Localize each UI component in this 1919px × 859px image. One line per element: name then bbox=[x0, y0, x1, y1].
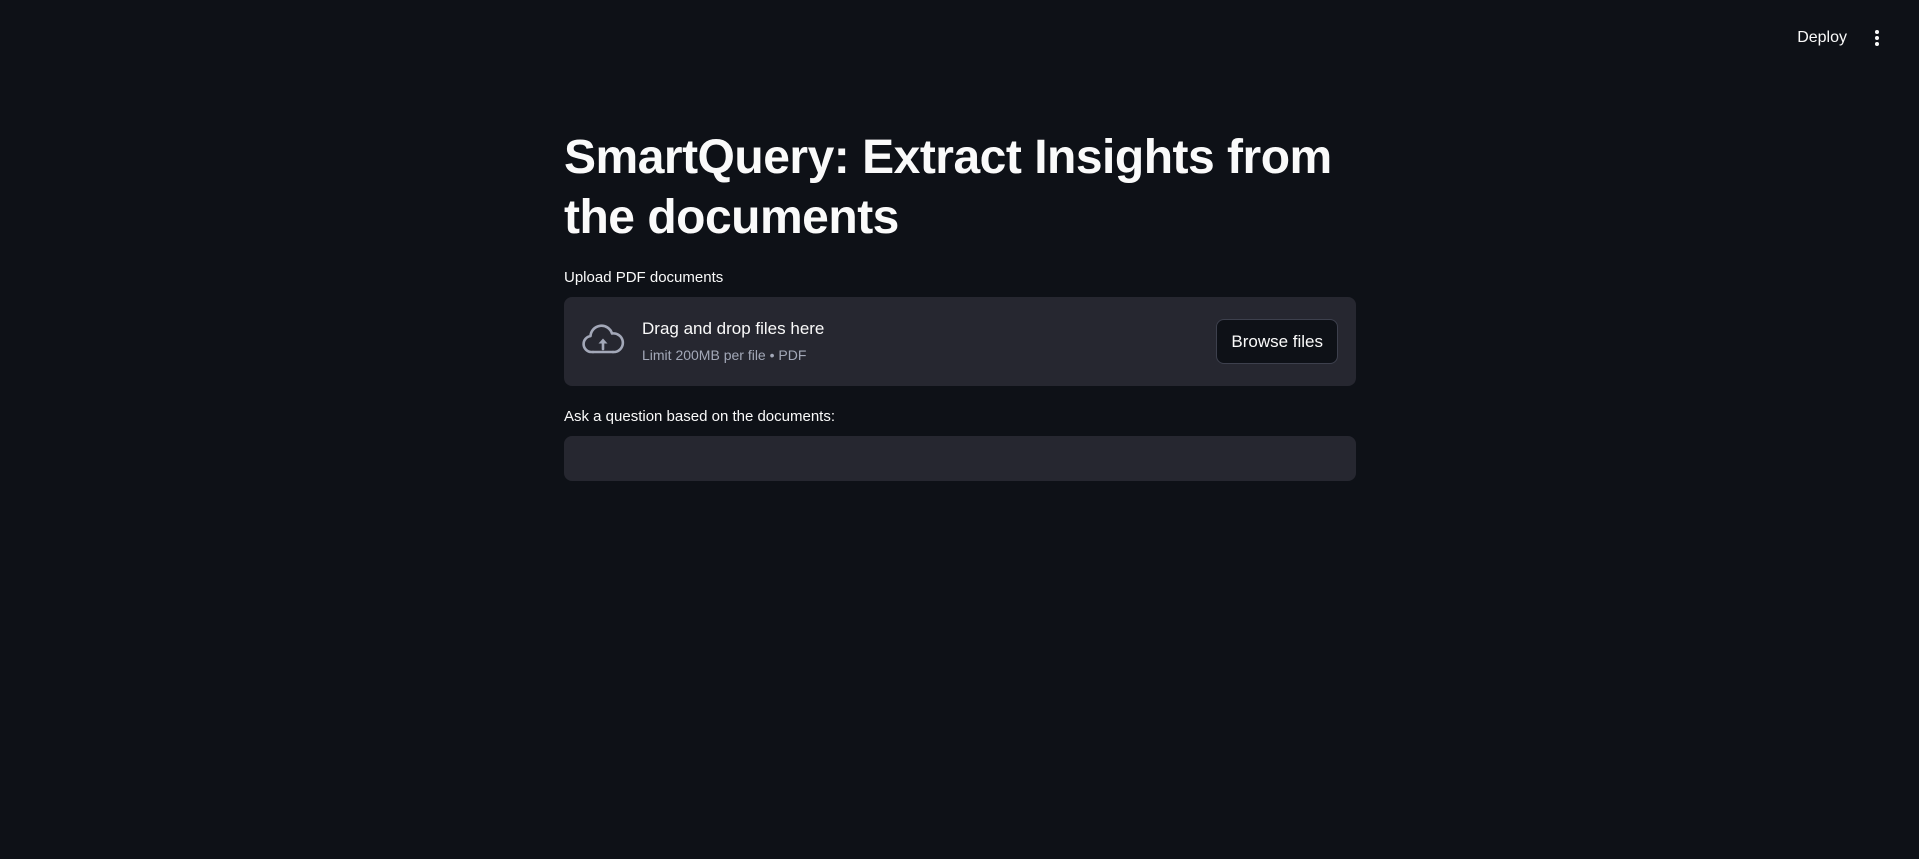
file-dropzone[interactable]: Drag and drop files here Limit 200MB per… bbox=[564, 297, 1356, 386]
dropzone-instructions: Drag and drop files here Limit 200MB per… bbox=[642, 317, 824, 364]
question-label: Ask a question based on the documents: bbox=[564, 408, 836, 425]
dropzone-limit-text: Limit 200MB per file • PDF bbox=[642, 347, 807, 363]
cloud-upload-icon bbox=[582, 324, 625, 354]
page-title: SmartQuery: Extract Insights from the do… bbox=[564, 131, 1332, 244]
vertical-dots-icon bbox=[1875, 30, 1879, 46]
deploy-button[interactable]: Deploy bbox=[1789, 24, 1855, 52]
dropzone-title: Drag and drop files here bbox=[642, 319, 825, 338]
main-content: SmartQuery: Extract Insights from the do… bbox=[564, 128, 1356, 481]
main-menu-button[interactable] bbox=[1867, 24, 1887, 52]
app-root: Deploy SmartQuery: Extract Insights from… bbox=[0, 0, 1919, 859]
browse-files-button[interactable]: Browse files bbox=[1216, 319, 1338, 364]
app-header: Deploy bbox=[0, 0, 1919, 76]
uploader-label: Upload PDF documents bbox=[564, 269, 724, 286]
question-input[interactable] bbox=[564, 436, 1356, 481]
